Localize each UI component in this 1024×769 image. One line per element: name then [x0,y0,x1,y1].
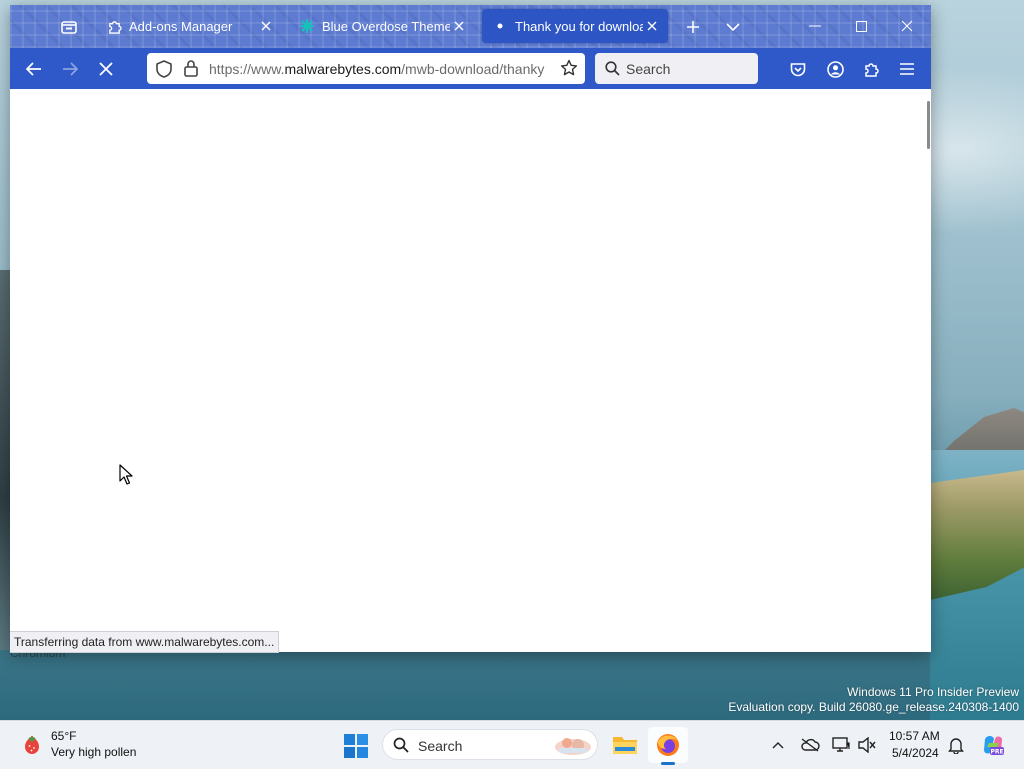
firefox-taskbar-button[interactable] [648,727,688,765]
arrow-left-icon [26,62,41,76]
clock-date[interactable]: 5/4/2024 [892,746,939,760]
window-close-button[interactable] [884,11,930,41]
chevron-down-icon [726,23,740,32]
tracking-shield-icon[interactable] [156,60,172,78]
puzzle-icon [865,63,879,77]
active-app-indicator [661,762,675,765]
puzzle-icon [106,18,122,34]
folder-icon [613,737,637,754]
pocket-button[interactable] [783,54,813,84]
firefox-icon [657,734,679,756]
watermark-line-2: Evaluation copy. Build 26080.ge_release.… [728,700,1019,714]
close-icon[interactable] [644,18,660,34]
hamburger-menu-icon [900,63,914,75]
stop-x-icon [99,62,113,76]
copilot-icon: PRE [984,736,1004,756]
close-icon[interactable] [258,18,274,34]
account-button[interactable] [820,54,850,84]
clock-time[interactable]: 10:57 AM [889,729,940,743]
plus-icon [687,21,699,33]
search-highlight-icon [555,738,591,755]
url-path: /mwb-download/thanky [401,61,545,77]
tab-thank-you-download[interactable]: Thank you for download [482,9,668,43]
cloud-offline-icon [801,738,820,752]
pocket-icon [790,62,806,76]
tab-label: Blue Overdose Theme – [322,18,450,34]
navigation-toolbar: https://www.malwarebytes.com/mwb-downloa… [10,48,931,89]
pollen-weather-icon[interactable] [20,733,44,757]
close-icon[interactable] [451,18,467,34]
search-icon [393,737,409,753]
url-host: malwarebytes.com [284,61,402,77]
taskbar-search-box[interactable]: Search [382,729,598,760]
copilot-button[interactable]: PRE [981,733,1005,757]
bookmark-star-icon[interactable] [560,59,578,77]
network-monitor-icon [832,737,850,752]
url-text[interactable]: https://www.malwarebytes.com/mwb-downloa… [209,61,551,77]
maximize-button[interactable] [838,11,884,41]
tab-addons-manager[interactable]: Add-ons Manager [96,9,282,43]
windows-start-icon[interactable] [343,733,369,759]
new-tab-button[interactable] [676,13,710,41]
close-icon [901,20,913,32]
notifications-button[interactable] [946,735,966,755]
windows-watermark: Windows 11 Pro Insider Preview Evaluatio… [728,685,1019,715]
file-explorer-button[interactable] [605,727,645,763]
lock-icon[interactable] [184,59,198,77]
scrollbar-thumb[interactable] [927,101,930,149]
show-hidden-icons-button[interactable] [768,735,788,755]
app-menu-button[interactable] [892,54,922,84]
account-icon [826,60,844,78]
firefox-view-icon [61,21,77,34]
minimize-button[interactable] [792,11,838,41]
volume-tray-button[interactable] [857,735,877,755]
search-placeholder: Search [626,61,671,77]
loading-dot-icon [492,18,508,34]
status-panel: Transferring data from www.malwarebytes.… [10,631,280,653]
tab-strip: Add-ons Manager Blue Overdose Theme – Th… [10,5,931,48]
wallpaper-edge [0,270,10,650]
taskbar-search-placeholder: Search [418,738,463,754]
extensions-button[interactable] [856,54,886,84]
theme-icon [299,18,315,34]
browser-window: Add-ons Manager Blue Overdose Theme – Th… [10,5,931,653]
bell-icon [948,738,964,754]
search-bar[interactable]: Search [595,53,758,84]
volume-muted-icon [858,737,876,753]
network-tray-button[interactable] [831,735,851,755]
tab-label: Thank you for download [515,18,643,34]
minimize-icon [809,25,821,27]
page-content[interactable]: Transferring data from www.malwarebytes.… [10,89,931,653]
tab-blue-overdose-theme[interactable]: Blue Overdose Theme – [289,9,475,43]
weather-description[interactable]: Very high pollen [51,745,136,759]
onedrive-tray-button[interactable] [800,735,820,755]
chevron-up-icon [772,742,784,749]
weather-temperature[interactable]: 65°F [51,729,76,743]
list-all-tabs-button[interactable] [716,13,750,41]
forward-button[interactable] [55,54,85,84]
stop-button[interactable] [91,54,121,84]
taskbar: 65°F Very high pollen Search 10:57 AM 5/… [0,720,1024,769]
back-button[interactable] [19,54,49,84]
url-bar[interactable]: https://www.malwarebytes.com/mwb-downloa… [147,53,585,84]
search-icon [605,61,620,76]
maximize-icon [855,20,867,32]
firefox-view-button[interactable] [52,13,86,41]
mouse-cursor-icon [119,464,133,485]
watermark-line-1: Windows 11 Pro Insider Preview [847,685,1019,699]
tab-label: Add-ons Manager [129,18,233,34]
url-prefix: https://www. [209,61,285,77]
svg-text:PRE: PRE [990,749,1003,756]
arrow-right-icon [63,62,78,76]
